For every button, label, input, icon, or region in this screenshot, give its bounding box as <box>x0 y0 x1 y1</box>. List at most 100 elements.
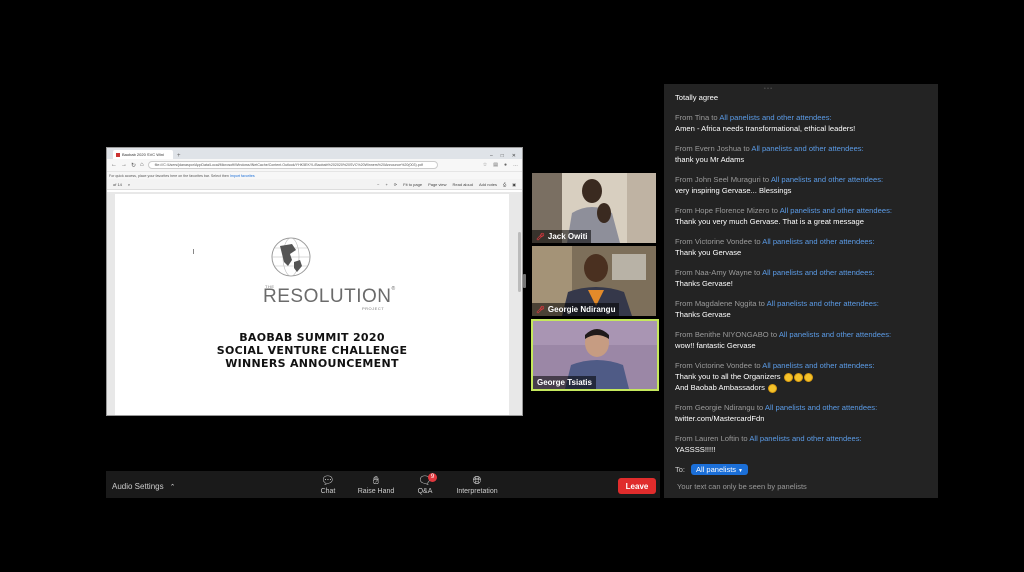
message-text: Totally agree <box>675 93 719 102</box>
tab-title: Baobab 2020 SVC Wini <box>122 152 165 157</box>
participant-name: George Tsiatis <box>537 378 592 387</box>
message-recipient: All panelists and other attendees: <box>719 113 832 122</box>
chat-input-placeholder[interactable]: Your text can only be seen by panelists <box>677 482 807 491</box>
participant-name: Georgie Ndirangu <box>547 305 616 314</box>
audio-settings-button[interactable]: Audio Settings ⌃ <box>112 482 175 491</box>
participant-label: 🎤︎ Georgie Ndirangu <box>532 303 620 316</box>
address-bar-row: ← → ↻ ⌂ file:///C:/Users/jdanaspor/AppDa… <box>107 159 522 171</box>
to-label: To: <box>675 465 686 474</box>
resolution-logo-text: RESOLUTION® <box>263 286 396 308</box>
muted-mic-icon: 🎤︎ <box>536 306 545 314</box>
zoom-webinar-window: Baobab 2020 SVC Wini + – □ ✕ ← → ↻ ⌂ fil… <box>0 0 1024 572</box>
browser-actions: ☆ ▤ ● … <box>483 162 518 168</box>
chat-messages[interactable]: Totally agree From Tina to All panelists… <box>675 92 935 464</box>
read-aloud-button[interactable]: Read aloud <box>453 182 473 187</box>
chevron-up-icon[interactable]: ⌃ <box>170 484 176 491</box>
save-icon[interactable]: ▣ <box>512 182 516 187</box>
qa-label: Q&A <box>417 488 433 495</box>
forward-icon[interactable]: → <box>121 162 127 168</box>
profile-icon[interactable]: ● <box>504 162 507 168</box>
message-text: wow!! fantastic Gervase <box>675 341 756 350</box>
chat-message: From John Seel Muraguri to All panelists… <box>675 174 935 196</box>
maximize-icon[interactable]: □ <box>501 153 504 159</box>
minimize-icon[interactable]: – <box>490 153 493 159</box>
message-recipient: All panelists and other attendees: <box>762 268 875 277</box>
message-text-line: Thank you to all the Organizers <box>675 372 781 381</box>
favorites-bar-text: For quick access, place your favorites h… <box>109 174 221 178</box>
browser-tab-bar: Baobab 2020 SVC Wini + – □ ✕ <box>107 148 522 159</box>
message-sender: From John Seel Muraguri to <box>675 175 770 184</box>
message-text: Thanks Gervase! <box>675 279 733 288</box>
chat-message: From Victorine Vondee to All panelists a… <box>675 360 935 393</box>
new-tab-icon[interactable]: + <box>177 153 181 159</box>
message-recipient: All panelists and other attendees: <box>751 144 864 153</box>
grinning-emoji-icon <box>803 372 813 382</box>
split-view-handle[interactable] <box>523 274 526 288</box>
message-text: Thank you Gervase <box>675 248 742 257</box>
muted-mic-icon: 🎤︎ <box>536 233 545 241</box>
message-sender: From Naa-Amy Wayne to <box>675 268 761 277</box>
mouse-cursor <box>193 249 196 254</box>
globe-logo-icon <box>271 237 311 277</box>
url-field[interactable]: file:///C:/Users/jdanaspor/AppData/Local… <box>147 161 438 169</box>
add-notes-button[interactable]: Add notes <box>479 182 497 187</box>
recipient-value: All panelists <box>696 465 737 474</box>
leave-button[interactable]: Leave <box>618 478 656 494</box>
zoom-out-icon[interactable]: − <box>377 182 379 187</box>
message-text: Thank you very much Gervase. That is a g… <box>675 217 864 226</box>
message-sender: From Victorine Vondee to <box>675 237 761 246</box>
qa-count-badge: 9 <box>428 473 437 482</box>
chat-message: From Benithe NIYONGABO to All panelists … <box>675 329 935 351</box>
audio-settings-label: Audio Settings <box>112 482 164 491</box>
video-tile-jack-owiti[interactable]: 🎤︎ Jack Owiti <box>532 173 656 243</box>
close-icon[interactable]: ✕ <box>512 153 516 159</box>
search-icon[interactable]: ⌕ <box>128 182 130 187</box>
page-view-button[interactable]: Page view <box>428 182 446 187</box>
collections-icon[interactable]: ▤ <box>493 162 498 168</box>
zoom-in-icon[interactable]: + <box>385 182 387 187</box>
qa-icon: 🗨︎ <box>418 475 432 487</box>
rotate-icon[interactable]: ⟳ <box>394 182 397 187</box>
home-icon[interactable]: ⌂ <box>140 162 144 168</box>
favorite-star-icon[interactable]: ☆ <box>483 162 487 168</box>
interpretation-button[interactable]: 🌐︎ Interpretation <box>447 475 507 495</box>
chat-recipient-row: To: All panelists ▼ <box>675 464 748 475</box>
import-favorites-link[interactable]: Import favorites <box>230 174 255 178</box>
message-recipient: All panelists and other attendees: <box>779 206 892 215</box>
shared-screen: Baobab 2020 SVC Wini + – □ ✕ ← → ↻ ⌂ fil… <box>106 147 523 416</box>
window-controls: – □ ✕ <box>490 153 522 159</box>
back-icon[interactable]: ← <box>111 162 117 168</box>
fit-to-page-button[interactable]: Fit to page <box>403 182 422 187</box>
qa-button[interactable]: 🗨︎ 9 Q&A <box>395 473 455 495</box>
raise-hand-label: Raise Hand <box>357 488 395 495</box>
pdf-viewer: THE RESOLUTION® PROJECT BAOBAB SUMMIT 20… <box>107 192 522 415</box>
pdf-page: THE RESOLUTION® PROJECT BAOBAB SUMMIT 20… <box>115 194 509 415</box>
chat-message: Totally agree <box>675 92 935 103</box>
grinning-emoji-icon <box>768 383 778 393</box>
message-text: YASSSS!!!!! <box>675 445 716 454</box>
video-tile-george-tsiatis[interactable]: George Tsiatis <box>531 319 659 391</box>
message-recipient: All panelists and other attendees: <box>764 403 878 412</box>
message-text: very inspiring Gervase... Blessings <box>675 186 792 195</box>
message-sender: From Georgie Ndirangu to <box>675 403 764 412</box>
chat-message: From Magdalene Nggita to All panelists a… <box>675 298 935 320</box>
pdf-scrollbar[interactable] <box>516 192 522 415</box>
message-text: thank you Mr Adams <box>675 155 745 164</box>
logo-registered-mark: ® <box>391 286 396 292</box>
browser-tab[interactable]: Baobab 2020 SVC Wini <box>113 150 173 159</box>
message-recipient: All panelists and other attendees: <box>762 361 875 370</box>
slide-title-line-3: WINNERS ANNOUNCEMENT <box>225 357 399 370</box>
chat-panel: • • • Totally agree From Tina to All pan… <box>664 84 938 498</box>
chat-message: From Georgie Ndirangu to All panelists a… <box>675 402 935 424</box>
video-tile-georgie-ndirangu[interactable]: 🎤︎ Georgie Ndirangu <box>532 246 656 316</box>
refresh-icon[interactable]: ↻ <box>131 162 136 169</box>
participant-label: George Tsiatis <box>533 376 596 389</box>
print-icon[interactable]: ⎙ <box>503 182 506 187</box>
chat-message: From Tina to All panelists and other att… <box>675 112 935 134</box>
more-icon[interactable]: … <box>513 162 518 168</box>
interpretation-label: Interpretation <box>456 488 498 495</box>
message-recipient: All panelists and other attendees: <box>766 299 879 308</box>
chat-message: From Hope Florence Mizero to All panelis… <box>675 205 935 227</box>
recipient-dropdown[interactable]: All panelists ▼ <box>691 464 748 475</box>
message-text: twitter.com/MastercardFdn <box>675 414 765 423</box>
